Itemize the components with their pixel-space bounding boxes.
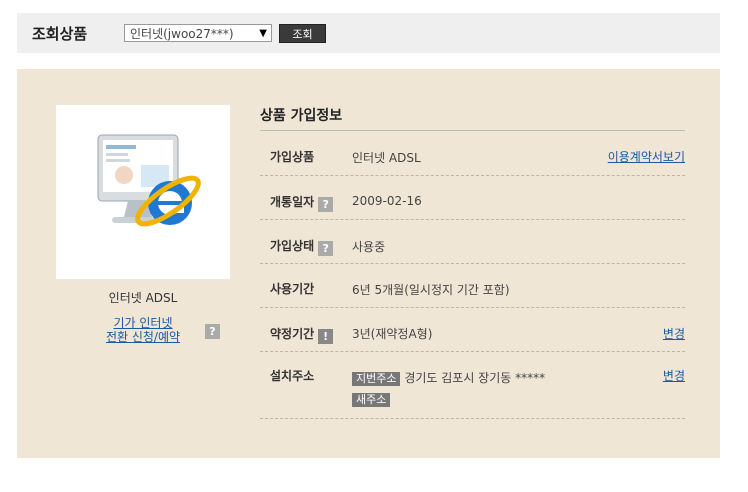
row-label: 약정기간! <box>270 325 334 344</box>
row-value: 사용중 <box>352 240 386 254</box>
info-row-open-date: 개통일자? 2009-02-16 <box>260 176 685 220</box>
section-title: 상품 가입정보 <box>260 108 343 124</box>
giga-link-line1: 기가 인터넷 <box>113 316 173 330</box>
row-label: 가입상품 <box>270 150 315 164</box>
contract-change-link[interactable]: 변경 <box>663 325 685 342</box>
row-value: 2009-02-16 <box>352 194 422 208</box>
computer-ie-icon <box>97 134 201 227</box>
contract-view-link[interactable]: 이용계약서보기 <box>608 148 685 165</box>
row-value: 6년 5개월(일시정지 기간 포함) <box>352 283 510 297</box>
product-info-panel: 인터넷 ADSL 기가 인터넷 전환 신청/예약 ? 상품 가입정보 가입상품 … <box>17 69 720 458</box>
product-select-value: 인터넷(jwoo27***) <box>130 27 234 41</box>
info-row-usage-period: 사용기간 6년 5개월(일시정지 기간 포함) <box>260 264 685 308</box>
help-icon[interactable]: ? <box>318 241 334 256</box>
product-name: 인터넷 ADSL <box>108 291 178 305</box>
new-address-tag[interactable]: 새주소 <box>352 393 391 407</box>
info-row-status: 가입상태? 사용중 <box>260 220 685 264</box>
giga-internet-switch-link[interactable]: 기가 인터넷 전환 신청/예약 <box>89 316 197 344</box>
product-query-bar: 조회상품 인터넷(jwoo27***) ▼ 조회 <box>17 13 720 53</box>
info-row-product: 가입상품 인터넷 ADSL 이용계약서보기 <box>260 131 685 176</box>
help-icon[interactable]: ? <box>318 197 334 212</box>
help-icon[interactable]: ? <box>205 324 220 339</box>
address-text: 경기도 김포시 장기동 ***** <box>404 371 546 385</box>
lot-address-tag: 지번주소 <box>352 372 401 386</box>
address-change-link[interactable]: 변경 <box>663 367 685 384</box>
query-title: 조회상품 <box>32 25 88 43</box>
query-button[interactable]: 조회 <box>279 24 326 43</box>
info-row-contract-period: 약정기간! 3년(재약정A형) 변경 <box>260 308 685 352</box>
row-label: 설치주소 <box>270 369 315 383</box>
row-label: 사용기간 <box>270 282 315 296</box>
row-label: 개통일자? <box>270 193 334 212</box>
row-label: 가입상태? <box>270 237 334 256</box>
dropdown-arrow-icon: ▼ <box>259 28 267 39</box>
product-image <box>56 105 230 279</box>
row-value: 3년(재약정A형) <box>352 327 433 341</box>
row-value: 인터넷 ADSL <box>352 151 421 165</box>
info-row-address: 설치주소 지번주소 경기도 김포시 장기동 ***** 새주소 변경 <box>260 352 685 419</box>
new-address-container: 새주소 <box>352 392 391 407</box>
row-value: 지번주소 경기도 김포시 장기동 ***** <box>352 369 545 386</box>
product-select[interactable]: 인터넷(jwoo27***) ▼ <box>124 24 272 42</box>
giga-link-line2: 전환 신청/예약 <box>105 330 181 344</box>
warning-icon[interactable]: ! <box>318 329 334 344</box>
